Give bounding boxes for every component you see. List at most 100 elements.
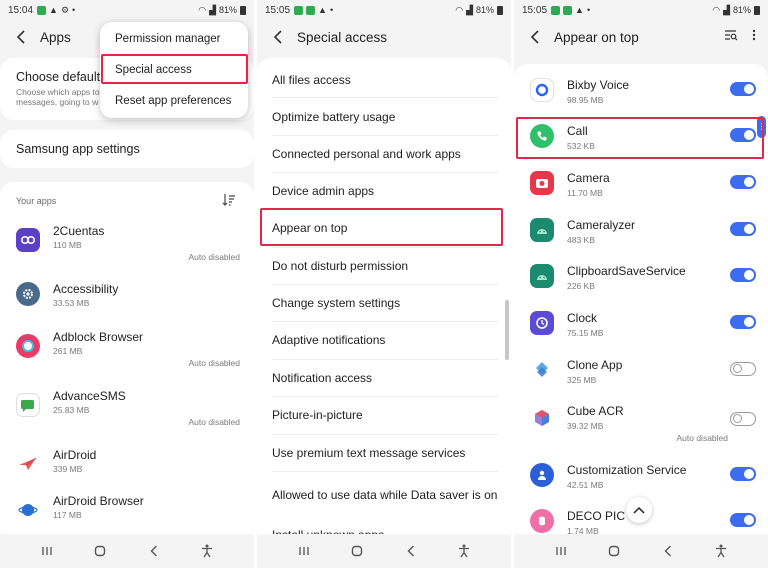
accessibility-person-icon xyxy=(459,544,470,558)
bixby-voice-toggle[interactable] xyxy=(730,82,756,96)
sort-button[interactable] xyxy=(222,193,236,212)
divider xyxy=(272,97,498,98)
clone-app-toggle[interactable] xyxy=(730,362,756,376)
item-device-admin-apps[interactable]: Device admin apps xyxy=(272,177,498,205)
app-row-airdroid[interactable]: AirDroid 339 MB xyxy=(0,446,254,494)
accessibility-person-icon xyxy=(716,544,727,558)
app-row-2cuentas[interactable]: 2Cuentas 110 MB Auto disabled xyxy=(0,222,254,272)
item-premium-text-message-services[interactable]: Use premium text message services xyxy=(272,439,498,467)
wifi-icon: ◠ xyxy=(712,4,721,15)
accessibility-shortcut-button[interactable] xyxy=(711,541,731,561)
divider xyxy=(272,321,498,322)
customization-service-toggle[interactable] xyxy=(730,467,756,481)
app-row-accessibility[interactable]: Accessibility 33.53 MB xyxy=(0,280,254,330)
person-icon xyxy=(530,463,554,487)
home-button[interactable] xyxy=(90,541,110,561)
app-bar: Appear on top xyxy=(514,22,768,52)
navigation-bar xyxy=(257,534,511,568)
divider xyxy=(272,284,498,285)
notification-icon xyxy=(551,5,561,15)
divider xyxy=(272,172,498,173)
item-all-files-access[interactable]: All files access xyxy=(272,66,498,94)
home-button[interactable] xyxy=(347,541,367,561)
recents-button[interactable] xyxy=(37,541,57,561)
scrollbar[interactable] xyxy=(505,300,509,360)
menu-permission-manager[interactable]: Permission manager xyxy=(100,24,248,54)
nav-back-button[interactable] xyxy=(658,541,678,561)
signal-icon: ▟ xyxy=(209,4,216,15)
app-row-camera[interactable]: Camera 11.70 MB xyxy=(514,167,768,213)
app-size: 261 MB xyxy=(53,346,83,356)
more-vert-icon xyxy=(752,29,756,41)
back-button[interactable] xyxy=(12,28,30,46)
android-icon xyxy=(530,264,554,288)
samsung-app-settings-card[interactable]: Samsung app settings xyxy=(0,130,254,168)
choose-default-title: Choose default xyxy=(16,70,101,84)
item-connected-personal-work-apps[interactable]: Connected personal and work apps xyxy=(272,140,498,168)
more-options-button[interactable] xyxy=(752,28,756,46)
item-do-not-disturb-permission[interactable]: Do not disturb permission xyxy=(272,252,498,280)
item-picture-in-picture[interactable]: Picture-in-picture xyxy=(272,401,498,429)
app-bar: Special access xyxy=(257,22,511,52)
app-row-cube-acr[interactable]: Cube ACR 39.32 MB Auto disabled xyxy=(514,400,768,458)
navigation-bar xyxy=(514,534,768,568)
app-name: Adblock Browser xyxy=(53,330,144,344)
cameralyzer-toggle[interactable] xyxy=(730,222,756,236)
home-button[interactable] xyxy=(604,541,624,561)
2cuentas-icon xyxy=(16,228,40,252)
clock-toggle[interactable] xyxy=(730,315,756,329)
your-apps-card: Your apps 2Cuentas 110 MB Auto disabled … xyxy=(0,182,254,542)
item-notification-access[interactable]: Notification access xyxy=(272,364,498,392)
accessibility-shortcut-button[interactable] xyxy=(197,541,217,561)
warning-icon: ▲ xyxy=(318,5,327,15)
item-change-system-settings[interactable]: Change system settings xyxy=(272,289,498,317)
app-name: AirDroid Browser xyxy=(53,494,144,508)
battery-level: 81% xyxy=(218,5,237,15)
app-row-clone-app[interactable]: Clone App 325 MB xyxy=(514,354,768,400)
accessibility-shortcut-button[interactable] xyxy=(454,541,474,561)
dot-icon: • xyxy=(329,5,334,15)
recents-button[interactable] xyxy=(551,541,571,561)
notification-icon xyxy=(37,5,47,15)
app-row-clipboard-save-service[interactable]: ClipboardSaveService 226 KB xyxy=(514,260,768,306)
back-button[interactable] xyxy=(526,28,544,46)
back-arrow-icon xyxy=(530,30,539,44)
app-size: 483 KB xyxy=(567,235,595,245)
status-time: 15:04 xyxy=(8,4,34,16)
scroll-to-top-button[interactable] xyxy=(626,497,652,523)
app-row-adblock-browser[interactable]: Adblock Browser 261 MB Auto disabled xyxy=(0,328,254,384)
menu-reset-app-preferences[interactable]: Reset app preferences xyxy=(100,86,248,116)
app-row-clock[interactable]: Clock 75.15 MB xyxy=(514,307,768,353)
page-title: Appear on top xyxy=(554,29,639,45)
item-data-saver-allowed[interactable]: Allowed to use data while Data saver is … xyxy=(272,478,498,512)
nav-back-button[interactable] xyxy=(401,541,421,561)
search-filter-button[interactable] xyxy=(724,28,738,46)
app-name: DECO PIC xyxy=(567,509,626,523)
appear-on-top-screen: 15:05 ▲ • ◠ ▟ 81% Appear on top Bixby Vo… xyxy=(514,0,768,568)
cube-acr-toggle[interactable] xyxy=(730,412,756,426)
status-time: 15:05 xyxy=(265,4,291,16)
app-row-cameralyzer[interactable]: Cameralyzer 483 KB xyxy=(514,214,768,260)
item-optimize-battery-usage[interactable]: Optimize battery usage xyxy=(272,103,498,131)
nav-back-button[interactable] xyxy=(144,541,164,561)
clipboard-save-service-toggle[interactable] xyxy=(730,268,756,282)
bixby-voice-icon xyxy=(530,78,554,102)
nav-back-icon xyxy=(664,545,671,557)
app-name: ClipboardSaveService xyxy=(567,264,686,278)
app-row-advancesms[interactable]: AdvanceSMS 25.83 MB Auto disabled xyxy=(0,387,254,443)
app-status: Auto disabled xyxy=(188,417,240,427)
back-button[interactable] xyxy=(269,28,287,46)
camera-toggle[interactable] xyxy=(730,175,756,189)
highlight-appear-on-top xyxy=(260,208,503,246)
app-name: AirDroid xyxy=(53,448,97,462)
recents-button[interactable] xyxy=(294,541,314,561)
item-adaptive-notifications[interactable]: Adaptive notifications xyxy=(272,326,498,354)
accessibility-icon xyxy=(16,282,40,306)
advancesms-icon xyxy=(16,393,40,417)
home-icon xyxy=(352,545,363,557)
choose-default-desc-2: messages, going to w xyxy=(16,97,99,107)
divider xyxy=(272,471,498,472)
app-row-airdroid-browser[interactable]: AirDroid Browser 117 MB xyxy=(0,492,254,540)
deco-pic-toggle[interactable] xyxy=(730,513,756,527)
app-row-bixby-voice[interactable]: Bixby Voice 98.95 MB xyxy=(514,74,768,120)
